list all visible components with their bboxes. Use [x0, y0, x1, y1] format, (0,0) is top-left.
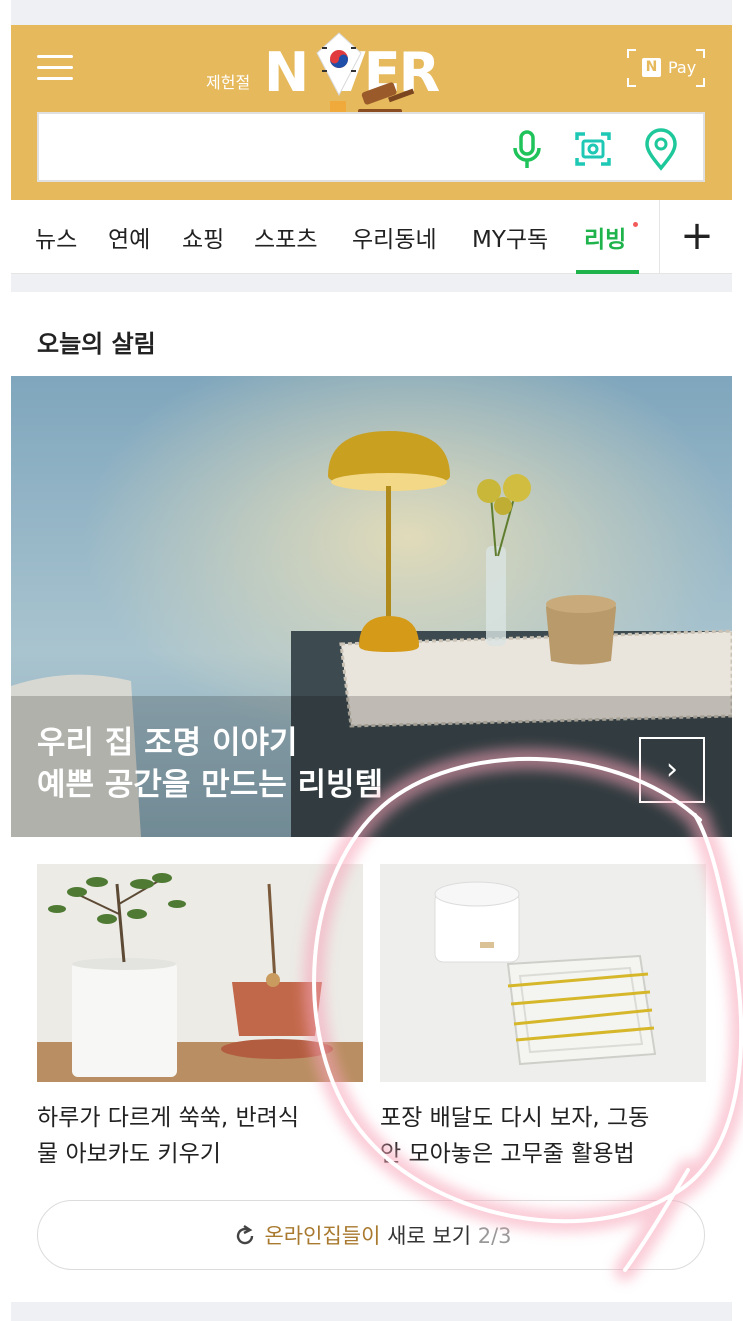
constitution-day-doodle-icon — [316, 32, 415, 121]
tab-shopping[interactable]: 쇼핑 — [182, 220, 224, 254]
page-indicator: 2/3 — [477, 1224, 512, 1248]
location-search-icon[interactable] — [641, 128, 681, 172]
living-section: 오늘의 살림 우리 집 조명 이야기 예쁜 공간을 만드는 리빙템 › 하루가 … — [11, 292, 732, 1302]
tab-news[interactable]: 뉴스 — [35, 220, 77, 254]
hero-title-line1: 우리 집 조명 이야기 — [37, 725, 298, 761]
npay-label: Pay — [668, 58, 697, 77]
hero-title: 우리 집 조명 이야기 예쁜 공간을 만드는 리빙템 — [37, 722, 383, 806]
tab-entertainment[interactable]: 연예 — [108, 220, 150, 254]
tab-living[interactable]: 리빙 — [584, 220, 626, 254]
voice-search-icon[interactable] — [507, 128, 547, 172]
tab-sports[interactable]: 스포츠 — [254, 220, 317, 254]
article-caption-rubber-band[interactable]: 포장 배달도 다시 보자, 그동 안 모아놓은 고무줄 활용법 — [380, 1100, 706, 1172]
add-tab-button[interactable]: + — [671, 210, 723, 262]
article-thumbnail-rubber-band[interactable] — [380, 864, 706, 1082]
refresh-more-label: 온라인집들이 새로 보기 2/3 — [38, 1201, 706, 1271]
tab-my-subscription[interactable]: MY구독 — [472, 220, 548, 254]
avocado-plant-image — [37, 864, 363, 1082]
rubber-band-container-image — [380, 864, 706, 1082]
article-caption-avocado[interactable]: 하루가 다르게 쑥쑥, 반려식 물 아보카도 키우기 — [37, 1100, 363, 1172]
bottom-separator — [11, 1302, 732, 1321]
refresh-icon — [237, 1225, 254, 1245]
active-tab-underline — [576, 270, 639, 274]
caption-line: 포장 배달도 다시 보자, 그동 — [380, 1105, 650, 1131]
search-box[interactable] — [37, 112, 705, 182]
more-accent-text: 온라인집들이 — [264, 1224, 381, 1248]
menu-button[interactable] — [37, 53, 73, 83]
caption-line: 물 아보카도 키우기 — [37, 1141, 221, 1167]
article-thumbnail-avocado[interactable] — [37, 864, 363, 1082]
naver-pay-button[interactable]: N Pay — [626, 48, 706, 88]
search-input[interactable] — [53, 132, 493, 162]
new-dot-badge — [633, 222, 638, 227]
hero-title-line2: 예쁜 공간을 만드는 리빙템 — [37, 767, 384, 803]
right-margin — [732, 0, 743, 1321]
top-header: 제헌절 N VER N Pay — [11, 25, 732, 200]
tab-neighborhood[interactable]: 우리동네 — [352, 220, 437, 254]
logo-subtitle: 제헌절 — [206, 73, 251, 92]
hero-next-button[interactable]: › — [639, 737, 705, 803]
tab-divider — [659, 200, 660, 273]
caption-line: 하루가 다르게 쑥쑥, 반려식 — [37, 1105, 300, 1131]
left-margin — [0, 0, 11, 1321]
category-tabs: 뉴스 연예 쇼핑 스포츠 우리동네 MY구독 리빙 + — [11, 200, 732, 274]
hero-article[interactable]: 우리 집 조명 이야기 예쁜 공간을 만드는 리빙템 › — [11, 376, 732, 837]
section-title: 오늘의 살림 — [37, 330, 156, 358]
caption-line: 안 모아놓은 고무줄 활용법 — [380, 1141, 635, 1167]
npay-n-icon: N — [642, 58, 661, 77]
section-separator — [11, 275, 732, 292]
more-rest-text: 새로 보기 — [380, 1224, 478, 1248]
refresh-more-button[interactable]: 온라인집들이 새로 보기 2/3 — [37, 1200, 705, 1270]
lens-search-icon[interactable] — [573, 128, 613, 172]
